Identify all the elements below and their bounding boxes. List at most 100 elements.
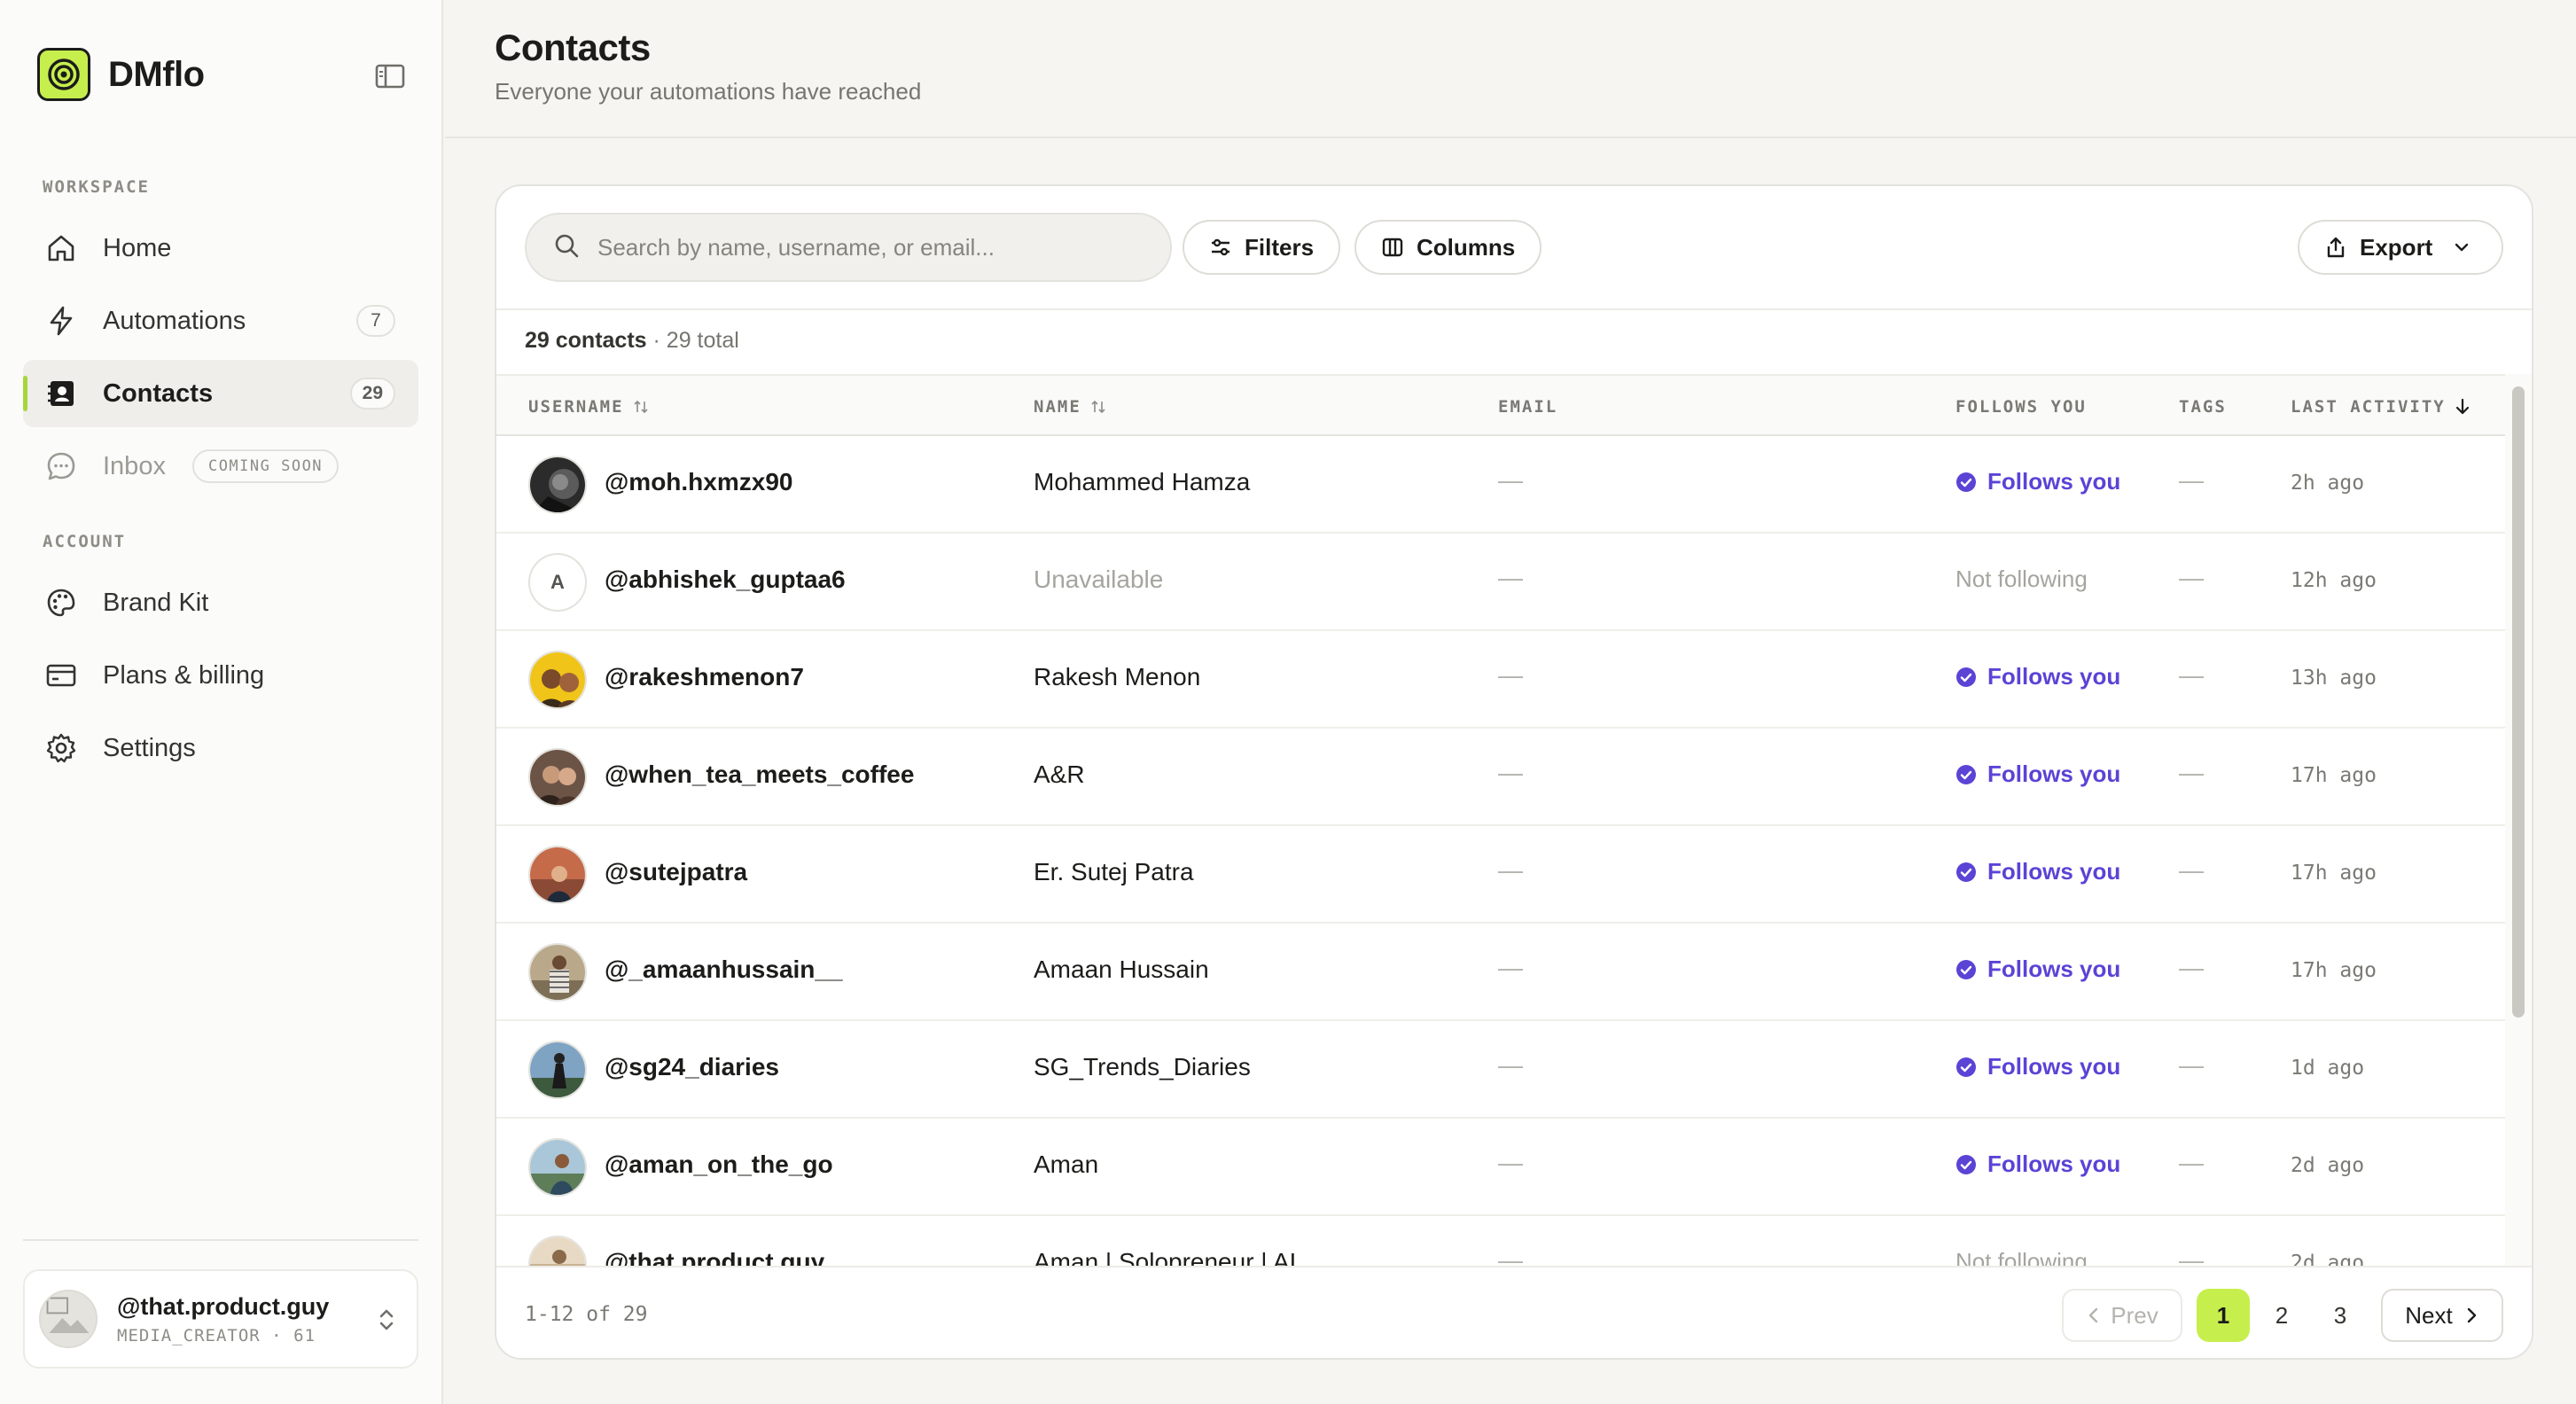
page-2-button[interactable]: 2 bbox=[2255, 1289, 2308, 1342]
username[interactable]: @rakeshmenon7 bbox=[605, 663, 804, 691]
verified-check-icon bbox=[1955, 1057, 1977, 1078]
avatar bbox=[39, 1290, 98, 1348]
last-activity: 17h ago bbox=[2291, 862, 2377, 885]
tags: — bbox=[2179, 1149, 2204, 1176]
toolbar-divider bbox=[496, 308, 2532, 310]
sidebar-item-label: Home bbox=[103, 233, 172, 262]
column-label: USERNAME bbox=[528, 397, 624, 417]
contacts-count: 29 contacts bbox=[525, 328, 647, 353]
table-scrollbar-thumb[interactable] bbox=[2512, 386, 2525, 1018]
home-icon bbox=[44, 231, 78, 265]
username[interactable]: @sutejpatra bbox=[605, 858, 747, 886]
user-meta: MEDIA_CREATOR · 61 bbox=[117, 1326, 329, 1346]
follow-status-label: Follows you bbox=[1987, 1150, 2121, 1177]
prev-label: Prev bbox=[2111, 1301, 2158, 1329]
contact-name: Unavailable bbox=[1034, 566, 1164, 593]
last-activity: 13h ago bbox=[2291, 667, 2377, 690]
sidebar-item-label: Inbox bbox=[103, 451, 166, 480]
table-row[interactable]: @sg24_diaries SG_Trends_Diaries — Follow… bbox=[496, 1021, 2505, 1119]
username[interactable]: @abhishek_guptaa6 bbox=[605, 566, 846, 594]
meta-separator: · bbox=[271, 1325, 294, 1346]
sidebar-item-brand-kit[interactable]: Brand Kit bbox=[23, 569, 418, 636]
contact-name: Rakesh Menon bbox=[1034, 663, 1201, 690]
columns-button[interactable]: Columns bbox=[1354, 220, 1542, 275]
avatar bbox=[528, 943, 587, 1002]
username[interactable]: @aman_on_the_go bbox=[605, 1150, 833, 1179]
table-row[interactable]: @moh.hxmzx90 Mohammed Hamza — Follows yo… bbox=[496, 436, 2505, 534]
sidebar-toggle-icon[interactable] bbox=[374, 62, 410, 90]
sidebar-item-inbox: Inbox COMING SOON bbox=[23, 433, 418, 500]
avatar bbox=[528, 1138, 587, 1197]
next-page-button[interactable]: Next bbox=[2381, 1289, 2503, 1342]
avatar: A bbox=[528, 553, 587, 612]
tags: — bbox=[2179, 954, 2204, 981]
credit-card-icon bbox=[44, 659, 78, 692]
follow-status-label: Follows you bbox=[1987, 468, 2121, 495]
follow-status: Follows you bbox=[1955, 468, 2120, 495]
verified-check-icon bbox=[1955, 764, 1977, 785]
sidebar-item-contacts[interactable]: Contacts 29 bbox=[23, 360, 418, 427]
contacts-icon bbox=[44, 377, 78, 410]
table-row[interactable]: @that.product.guy Aman | Solopreneur | A… bbox=[496, 1216, 2505, 1273]
workspace-section-label: WORKSPACE bbox=[43, 177, 150, 197]
filters-label: Filters bbox=[1245, 233, 1315, 261]
follow-status-label: Follows you bbox=[1987, 858, 2121, 885]
chat-icon bbox=[44, 449, 78, 483]
follow-status-label: Follows you bbox=[1987, 1053, 2121, 1080]
username[interactable]: @_amaanhussain__ bbox=[605, 956, 843, 984]
sidebar-item-home[interactable]: Home bbox=[23, 214, 418, 282]
column-label: LAST ACTIVITY bbox=[2291, 397, 2446, 417]
avatar bbox=[528, 651, 587, 709]
brand-name: DMflo bbox=[108, 54, 205, 94]
filters-button[interactable]: Filters bbox=[1183, 220, 1341, 275]
table-row[interactable]: @when_tea_meets_coffee A&R — Follows you… bbox=[496, 729, 2505, 826]
chevron-down-icon bbox=[2452, 238, 2471, 257]
arrow-down-icon bbox=[2455, 398, 2471, 416]
column-header-email: EMAIL bbox=[1498, 397, 1558, 417]
contact-name: Mohammed Hamza bbox=[1034, 468, 1251, 495]
search-icon bbox=[553, 232, 580, 263]
search-bar[interactable] bbox=[525, 213, 1172, 282]
last-activity: 12h ago bbox=[2291, 569, 2377, 592]
sort-icon bbox=[1090, 399, 1106, 415]
account-switcher[interactable]: @that.product.guy MEDIA_CREATOR · 61 bbox=[23, 1269, 418, 1369]
avatar bbox=[528, 748, 587, 807]
verified-check-icon bbox=[1955, 472, 1977, 493]
contacts-summary: 29 contacts · 29 total bbox=[525, 328, 739, 354]
column-header-tags: TAGS bbox=[2179, 397, 2227, 417]
username[interactable]: @sg24_diaries bbox=[605, 1053, 779, 1081]
tags: — bbox=[2179, 759, 2204, 786]
follow-status-label: Follows you bbox=[1987, 663, 2121, 690]
pagination-range: 1-12 of 29 bbox=[525, 1303, 648, 1326]
avatar bbox=[528, 456, 587, 514]
table-row[interactable]: @aman_on_the_go Aman — Follows you — 2d … bbox=[496, 1119, 2505, 1216]
column-header-username[interactable]: USERNAME bbox=[528, 397, 649, 417]
column-header-name[interactable]: NAME bbox=[1034, 397, 1106, 417]
table-row[interactable]: @rakeshmenon7 Rakesh Menon — Follows you… bbox=[496, 631, 2505, 729]
email: — bbox=[1498, 661, 1523, 689]
page-1-button[interactable]: 1 bbox=[2197, 1289, 2250, 1342]
tags: — bbox=[2179, 661, 2204, 689]
next-label: Next bbox=[2405, 1301, 2453, 1329]
contacts-card: Filters Columns Export 29 contacts · 29 … bbox=[495, 184, 2533, 1360]
brand[interactable]: DMflo bbox=[37, 48, 205, 101]
table-row[interactable]: @_amaanhussain__ Amaan Hussain — Follows… bbox=[496, 924, 2505, 1021]
sidebar-item-plans-billing[interactable]: Plans & billing bbox=[23, 642, 418, 709]
column-header-last-activity[interactable]: LAST ACTIVITY bbox=[2291, 397, 2471, 417]
page-header: Contacts Everyone your automations have … bbox=[445, 0, 2576, 138]
contacts-count-badge: 29 bbox=[349, 378, 395, 410]
table-row[interactable]: A @abhishek_guptaa6 Unavailable — Not fo… bbox=[496, 534, 2505, 631]
sidebar-item-settings[interactable]: Settings bbox=[23, 714, 418, 782]
contact-name: SG_Trends_Diaries bbox=[1034, 1053, 1251, 1080]
search-input[interactable] bbox=[597, 233, 1147, 261]
prev-page-button[interactable]: Prev bbox=[2062, 1289, 2182, 1342]
sidebar-item-automations[interactable]: Automations 7 bbox=[23, 287, 418, 355]
username[interactable]: @moh.hxmzx90 bbox=[605, 468, 792, 496]
tags: — bbox=[2179, 466, 2204, 494]
username[interactable]: @when_tea_meets_coffee bbox=[605, 760, 914, 789]
table-row[interactable]: @sutejpatra Er. Sutej Patra — Follows yo… bbox=[496, 826, 2505, 924]
account-section-label: ACCOUNT bbox=[43, 532, 127, 551]
page-3-button[interactable]: 3 bbox=[2314, 1289, 2367, 1342]
chevron-up-down-icon bbox=[376, 1305, 397, 1339]
export-button[interactable]: Export bbox=[2298, 220, 2503, 275]
